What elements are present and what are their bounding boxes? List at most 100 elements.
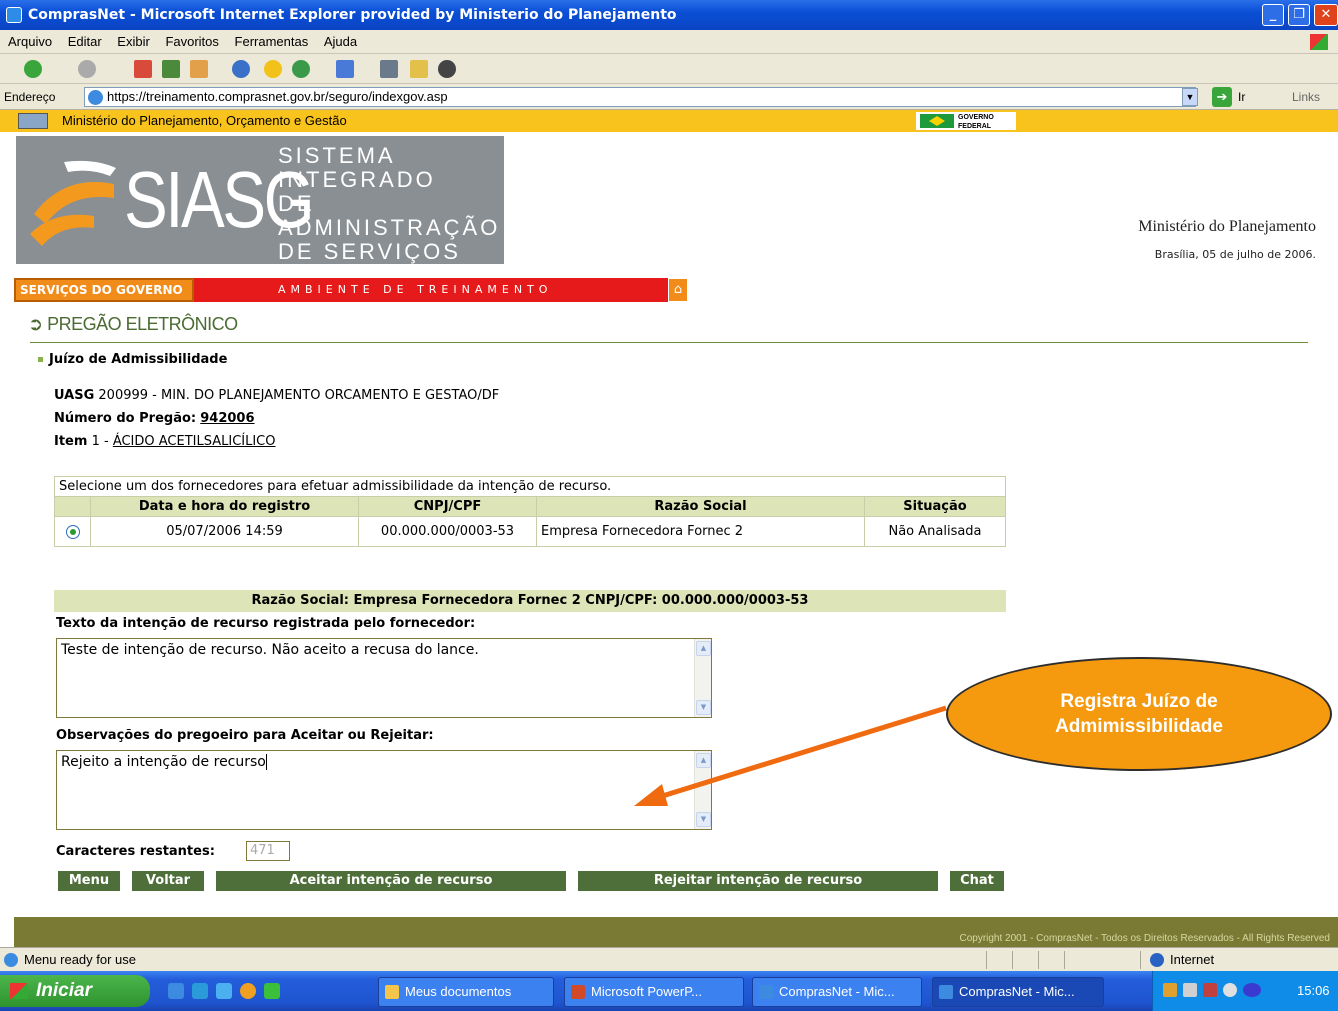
siasg-full-name: SISTEMA INTEGRADO DE ADMINISTRAÇÃO DE SE…	[278, 144, 504, 288]
task-meus-documentos[interactable]: Meus documentos	[378, 977, 554, 1007]
windows-logo-icon	[1310, 34, 1328, 50]
powerpoint-icon	[571, 985, 585, 999]
go-label[interactable]: Ir	[1238, 84, 1245, 110]
voltar-button[interactable]: Voltar	[132, 871, 204, 891]
address-label: Endereço	[4, 90, 56, 104]
section-divider	[30, 342, 1308, 343]
siasg-banner: SIASG SISTEMA INTEGRADO DE ADMINISTRAÇÃO…	[14, 132, 1338, 288]
ministry-name: Ministério do Planejamento, Orçamento e …	[62, 113, 347, 128]
task-label: Meus documentos	[405, 984, 512, 999]
menu-ajuda[interactable]: Ajuda	[324, 34, 357, 49]
scroll-down-icon[interactable]: ▼	[696, 812, 711, 827]
menu-bar: Arquivo Editar Exibir Favoritos Ferramen…	[0, 30, 1338, 54]
task-comprasnet-2[interactable]: ComprasNet - Mic...	[932, 977, 1104, 1007]
tray-java-icon[interactable]	[1163, 983, 1177, 997]
task-label: ComprasNet - Mic...	[779, 984, 895, 999]
scroll-down-icon[interactable]: ▼	[696, 700, 711, 715]
menu-arquivo[interactable]: Arquivo	[8, 34, 52, 49]
select-cell[interactable]	[54, 516, 91, 547]
address-dropdown-icon[interactable]: ▼	[1182, 88, 1198, 106]
tray-volume-icon[interactable]	[1223, 983, 1237, 997]
bullet-icon	[38, 357, 43, 362]
system-tray: 15:06	[1152, 971, 1338, 1011]
favorites-icon[interactable]	[264, 60, 282, 78]
outlook-quicklaunch-icon[interactable]	[192, 983, 208, 999]
callout-text: Registra Juízo de Admimissibilidade	[946, 689, 1332, 739]
history-icon[interactable]	[292, 60, 310, 78]
pregao-number-link[interactable]: 942006	[200, 411, 254, 426]
chat-button[interactable]: Chat	[950, 871, 1004, 891]
close-button[interactable]: ✕	[1314, 4, 1338, 26]
siasg-swoosh-icon	[30, 160, 116, 246]
tray-network-icon[interactable]	[1183, 983, 1197, 997]
address-url: https://treinamento.comprasnet.gov.br/se…	[107, 89, 448, 104]
banner-ministry: Ministério do Planejamento	[1138, 218, 1316, 235]
banner-date: Brasília, 05 de julho de 2006.	[1154, 248, 1316, 261]
fornecedor-radio[interactable]	[65, 524, 80, 539]
task-powerpoint[interactable]: Microsoft PowerP...	[564, 977, 744, 1007]
app-quicklaunch-icon[interactable]	[264, 983, 280, 999]
refresh-icon[interactable]	[162, 60, 180, 78]
menu-ferramentas[interactable]: Ferramentas	[235, 34, 309, 49]
section-title-text: PREGÃO ELETRÔNICO	[47, 314, 238, 334]
ie-app-icon	[6, 7, 22, 23]
menu-button[interactable]: Menu	[58, 871, 120, 891]
task-comprasnet-1[interactable]: ComprasNet - Mic...	[752, 977, 922, 1007]
links-label[interactable]: Links	[1292, 84, 1320, 110]
messenger-icon[interactable]	[438, 60, 456, 78]
home-icon[interactable]: ⌂	[668, 278, 688, 302]
status-divider	[1064, 951, 1065, 969]
zone-text: Internet	[1170, 952, 1215, 967]
selected-supplier-bar: Razão Social: Empresa Fornecedora Fornec…	[54, 590, 1006, 612]
go-arrow-icon[interactable]: ➔	[1212, 87, 1232, 107]
ie-quicklaunch-icon[interactable]	[168, 983, 184, 999]
pregao-label: Número do Pregão:	[54, 411, 197, 426]
tray-activity-icon[interactable]	[1243, 983, 1261, 997]
intent-scrollbar[interactable]: ▲ ▼	[694, 639, 711, 717]
copyright-link[interactable]: Copyright 2001 - ComprasNet - Todos os D…	[959, 933, 1330, 944]
stop-icon[interactable]	[134, 60, 152, 78]
observations-scrollbar[interactable]: ▲ ▼	[694, 751, 711, 829]
aceitar-intencao-button[interactable]: Aceitar intenção de recurso	[216, 871, 566, 891]
rejeitar-intencao-button[interactable]: Rejeitar intenção de recurso	[578, 871, 938, 891]
tray-security-icon[interactable]	[1203, 983, 1217, 997]
subsection-title: Juízo de Admissibilidade	[38, 352, 227, 367]
edit-icon[interactable]	[410, 60, 428, 78]
task-label: Microsoft PowerP...	[591, 984, 703, 999]
chars-label: Caracteres restantes:	[56, 844, 215, 859]
observations-textarea[interactable]: Rejeito a intenção de recurso ▲ ▼	[56, 750, 712, 830]
item-description-link[interactable]: ÁCIDO ACETILSALICÍLICO	[113, 434, 276, 449]
section-title: ➲ PREGÃO ELETRÔNICO	[28, 314, 238, 335]
address-input[interactable]: https://treinamento.comprasnet.gov.br/se…	[84, 87, 1196, 107]
menu-exibir[interactable]: Exibir	[117, 34, 150, 49]
search-icon[interactable]	[232, 60, 250, 78]
minimize-button[interactable]: _	[1262, 4, 1284, 26]
window-title-bar[interactable]: ComprasNet - Microsoft Internet Explorer…	[0, 0, 1338, 30]
browser-quicklaunch-icon[interactable]	[216, 983, 232, 999]
gov-logo-text: GOVERNO FEDERAL	[958, 114, 994, 130]
scroll-up-icon[interactable]: ▲	[696, 641, 711, 656]
cell-cnpj: 00.000.000/0003-53	[358, 516, 537, 547]
ie-icon	[939, 985, 953, 999]
page-icon	[88, 90, 103, 105]
table-caption: Selecione um dos fornecedores para efetu…	[54, 476, 1006, 497]
start-button[interactable]: Iniciar	[0, 975, 150, 1007]
intent-textarea[interactable]: Teste de intenção de recurso. Não aceito…	[56, 638, 712, 718]
siasg-line-1: SISTEMA INTEGRADO	[278, 143, 436, 192]
back-icon[interactable]	[24, 60, 42, 78]
scroll-up-icon[interactable]: ▲	[696, 753, 711, 768]
mail-icon[interactable]	[336, 60, 354, 78]
home-icon[interactable]	[190, 60, 208, 78]
media-quicklaunch-icon[interactable]	[240, 983, 256, 999]
maximize-button[interactable]: ❐	[1288, 4, 1310, 26]
menu-favoritos[interactable]: Favoritos	[165, 34, 218, 49]
start-label: Iniciar	[36, 980, 92, 1001]
toolbar	[0, 54, 1338, 84]
observations-label: Observações do pregoeiro para Aceitar ou…	[56, 728, 434, 743]
forward-icon[interactable]	[78, 60, 96, 78]
print-icon[interactable]	[380, 60, 398, 78]
table-row[interactable]: 05/07/2006 14:59 00.000.000/0003-53 Empr…	[54, 516, 1006, 547]
servicos-governo-link[interactable]: SERVIÇOS DO GOVERNO	[14, 278, 194, 302]
menu-editar[interactable]: Editar	[68, 34, 102, 49]
status-divider	[986, 951, 987, 969]
